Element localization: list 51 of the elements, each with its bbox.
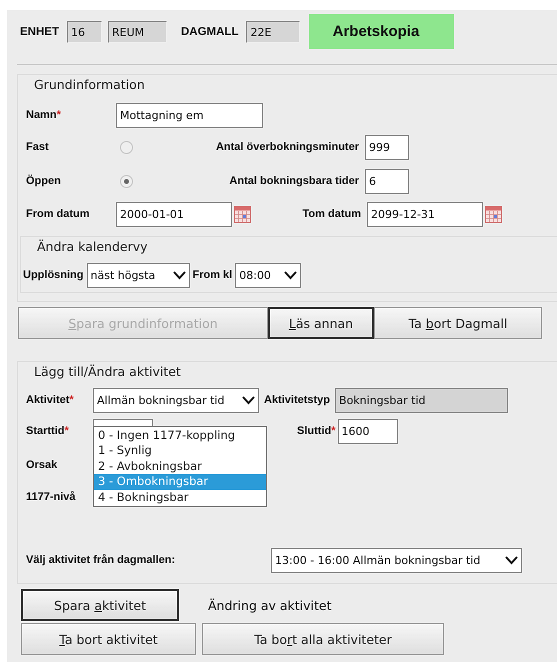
- section-legend: Grundinformation: [34, 77, 557, 92]
- number-input[interactable]: 999: [365, 134, 409, 160]
- field-label: Starttid*: [26, 425, 70, 437]
- field-label: Aktivitetstyp: [264, 394, 330, 406]
- status-text: Ändring av aktivitet: [208, 598, 332, 612]
- delete-button[interactable]: Ta bort aktivitet: [21, 623, 196, 655]
- calendar-icon[interactable]: [485, 206, 502, 222]
- section-legend: Lägg till/Ändra aktivitet: [34, 364, 557, 379]
- field-label: From kl: [192, 269, 232, 281]
- delete-button[interactable]: Ta bort alla aktiviteter: [202, 623, 444, 655]
- field-label: ENHET: [20, 26, 59, 38]
- read-only-field: REUM: [108, 20, 167, 42]
- field-label: Namn*: [26, 109, 62, 121]
- date-input[interactable]: 2000-01-01: [116, 202, 232, 226]
- chevron-down-icon: [284, 270, 298, 280]
- field-label: From datum: [26, 208, 91, 220]
- calendar-icon[interactable]: [234, 206, 251, 222]
- date-input[interactable]: 2099-12-31: [367, 202, 483, 226]
- read-only-field: Bokningsbar tid: [335, 388, 508, 412]
- field-label: Orsak: [26, 459, 58, 471]
- dropdown-option[interactable]: 4 - Bokningsbar: [94, 490, 266, 505]
- dropdown[interactable]: näst högsta: [86, 262, 190, 288]
- field-label: DAGMALL: [180, 26, 238, 38]
- field-label: Upplösning: [23, 269, 84, 281]
- field-label: 1177-nivå: [26, 491, 76, 503]
- action-button[interactable]: Ta bort Dagmall: [374, 307, 542, 339]
- field-label: Antal överbokningsminuter: [214, 141, 359, 153]
- activity-dropdown[interactable]: Allmän bokningsbar tid: [93, 388, 259, 412]
- dropdown[interactable]: 08:00: [235, 262, 302, 288]
- radio-button[interactable]: [120, 174, 133, 188]
- read-only-field: 22E: [246, 20, 300, 42]
- radio-label: Fast: [26, 141, 50, 153]
- field-label: Tom datum: [302, 208, 361, 220]
- chevron-down-icon: [172, 270, 186, 280]
- action-button[interactable]: Läs annan: [268, 307, 374, 339]
- section-legend: Ändra kalendervy: [37, 239, 557, 254]
- read-only-field: 16: [66, 20, 102, 42]
- field-label: Antal bokningsbara tider: [228, 175, 359, 187]
- field-label: Aktivitet*: [26, 394, 75, 406]
- radio-label: Öppen: [26, 175, 62, 187]
- number-input[interactable]: 6: [365, 168, 409, 194]
- activity-dropdown[interactable]: 13:00 - 16:00 Allmän bokningsbar tid: [271, 548, 522, 572]
- chevron-down-icon: [242, 396, 255, 404]
- name-input[interactable]: Mottagning em: [116, 102, 263, 128]
- radio-button[interactable]: [120, 140, 133, 154]
- chevron-down-icon: [505, 556, 518, 564]
- field-label: Välj aktivitet från dagmallen:: [26, 554, 176, 566]
- save-button[interactable]: Spara aktivitet: [21, 589, 179, 621]
- time-input[interactable]: 1600: [338, 418, 398, 444]
- status-badge: Arbetskopia: [309, 14, 454, 49]
- field-label: Sluttid*: [297, 425, 336, 437]
